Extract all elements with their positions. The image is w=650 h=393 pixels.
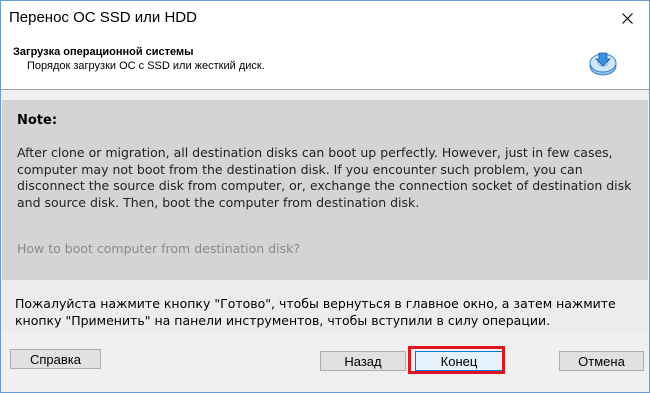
title-bar: Перенос ОС SSD или HDD	[1, 1, 649, 35]
wizard-window: Перенос ОС SSD или HDD Загрузка операцио…	[0, 0, 650, 393]
header-title: Загрузка операционной системы	[13, 46, 194, 58]
note-title: Note:	[17, 113, 58, 128]
content-area: Note: After clone or migration, all dest…	[2, 100, 648, 332]
boot-help-link[interactable]: How to boot computer from destination di…	[17, 241, 300, 256]
note-text: After clone or migration, all destinatio…	[17, 145, 632, 210]
finish-button[interactable]: Конец	[415, 351, 503, 371]
instructions-text: Пожалуйста нажмите кнопку "Готово", чтоб…	[15, 296, 616, 328]
close-icon	[621, 12, 633, 24]
note-panel: Note: After clone or migration, all dest…	[2, 100, 648, 280]
wizard-header: Загрузка операционной системы Порядок за…	[1, 35, 649, 90]
back-button[interactable]: Назад	[320, 351, 406, 371]
disk-download-icon	[589, 52, 617, 76]
cancel-button[interactable]: Отмена	[559, 351, 644, 371]
header-subtitle: Порядок загрузки ОС с SSD или жесткий ди…	[27, 60, 265, 72]
close-button[interactable]	[605, 1, 649, 35]
window-title: Перенос ОС SSD или HDD	[9, 9, 197, 26]
help-button[interactable]: Справка	[10, 349, 101, 369]
